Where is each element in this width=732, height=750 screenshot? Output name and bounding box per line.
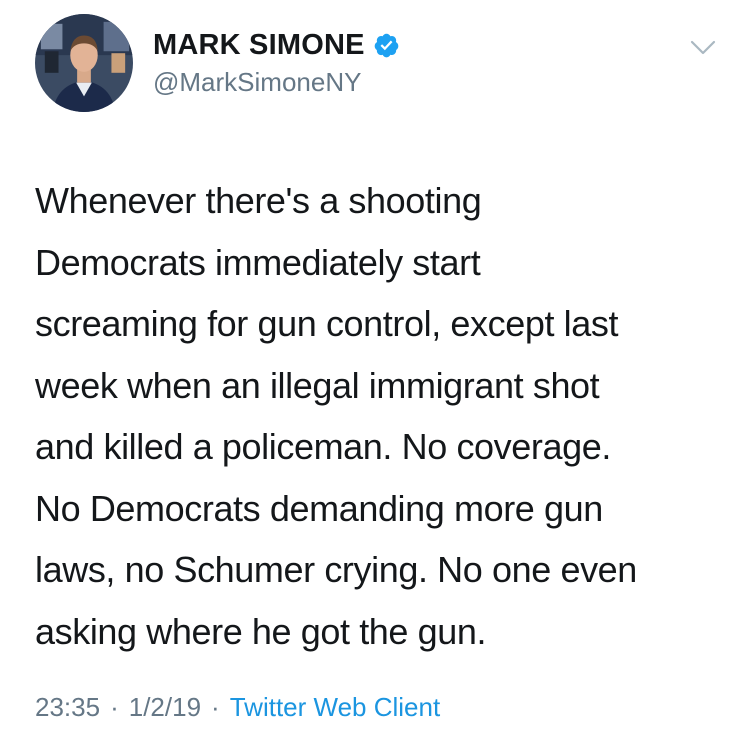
handle[interactable]: @MarkSimoneNY — [153, 67, 400, 98]
tweet-client-link[interactable]: Twitter Web Client — [230, 692, 440, 723]
verified-badge-icon — [373, 32, 400, 59]
tweet-time[interactable]: 23:35 — [35, 692, 100, 723]
avatar[interactable] — [35, 14, 133, 112]
tweet-author: MARK SIMONE @MarkSimoneNY — [153, 27, 400, 98]
tweet-metadata: 23:35 · 1/2/19 · Twitter Web Client — [35, 692, 440, 723]
separator: · — [110, 692, 119, 722]
tweet-text: Whenever there's a shooting Democrats im… — [35, 180, 637, 652]
profile-photo — [35, 14, 133, 112]
chevron-down-icon[interactable] — [690, 40, 716, 56]
display-name[interactable]: MARK SIMONE — [153, 29, 365, 62]
tweet-date[interactable]: 1/2/19 — [129, 692, 201, 723]
separator: · — [211, 692, 220, 722]
name-row: MARK SIMONE — [153, 27, 400, 63]
